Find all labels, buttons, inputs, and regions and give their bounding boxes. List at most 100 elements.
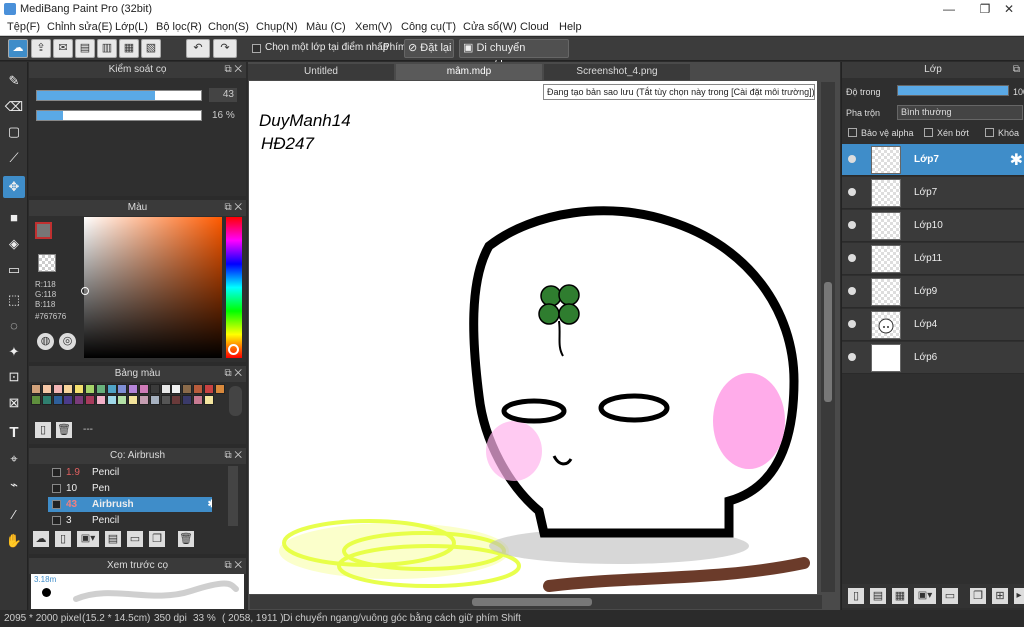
horizontal-scroll-thumb[interactable] [472,598,592,606]
palette-swatch[interactable] [85,395,95,405]
new-layer-icon[interactable]: ▯ [848,588,864,604]
panel-buttons-icon[interactable]: ⧉ [1013,62,1020,78]
visibility-icon[interactable] [848,188,856,196]
minimize-button[interactable]: — [934,1,964,17]
layer-row[interactable]: Lớp7 ✱ [842,144,1024,176]
palette-swatch[interactable] [52,384,63,394]
palette-swatch[interactable] [139,384,149,394]
palette-swatch[interactable] [74,384,85,394]
copy-brush-icon[interactable]: ❐ [149,531,165,547]
palette-swatch[interactable] [117,384,128,394]
trash-icon[interactable]: 🗑 [56,422,72,438]
layer-row[interactable]: Lớp6 [842,342,1024,374]
palette-swatch[interactable] [193,384,203,394]
tab-screenshot[interactable]: Screenshot_4.png [544,64,690,80]
palette-swatch[interactable] [193,395,203,405]
brush-opacity-slider[interactable] [36,110,202,121]
redo-icon[interactable]: ↷ [213,39,237,58]
palette-swatch[interactable] [85,384,95,394]
hand-tool-icon[interactable]: ✋ [3,530,25,552]
new-8bit-layer-icon[interactable]: ▦ [892,588,908,604]
hue-slider[interactable] [226,217,242,358]
brush-size-slider[interactable] [36,90,202,101]
rectangle-tool-icon[interactable]: ▢ [3,121,25,143]
undo-icon[interactable]: ↶ [186,39,210,58]
speech-icon[interactable]: ▤ [75,39,95,58]
palette-swatch[interactable] [63,384,74,394]
select-eraser-tool-icon[interactable]: ⊠ [3,392,25,414]
tab-untitled[interactable]: Untitled [248,64,394,80]
menu-select[interactable]: Chọn(S) [208,21,249,33]
menu-window[interactable]: Cửa sổ(W) [463,21,517,33]
color-picker-cursor[interactable] [81,287,89,295]
layer-folder-icon[interactable]: ▭ [942,588,958,604]
vertical-scrollbar[interactable] [821,82,835,592]
palette-swatch[interactable] [149,384,160,394]
duplicate-layer-icon[interactable]: ❐ [970,588,986,604]
grid-icon[interactable]: ▧ [141,39,161,58]
palette-swatch[interactable] [171,395,182,405]
layer-row[interactable]: Lớp10 [842,210,1024,242]
reset-button[interactable]: ⊘ Đặt lại [404,39,454,58]
visibility-icon[interactable] [848,254,856,262]
palette-swatch[interactable] [214,384,225,394]
hue-cursor[interactable] [228,344,239,355]
gear-icon[interactable]: ✱ [1010,150,1023,170]
protect-alpha-checkbox[interactable] [848,128,857,137]
fill-rect-tool-icon[interactable]: ■ [3,207,25,229]
palette-swatch[interactable] [74,395,85,405]
gradient-tool-icon[interactable]: ▭ [3,259,25,281]
palette-swatch[interactable] [31,384,41,394]
palette-swatch[interactable] [203,384,214,394]
color-settings-icon[interactable]: ◎ [59,333,76,350]
layer-row[interactable]: Lớp9 [842,276,1024,308]
palette-swatch[interactable] [171,384,182,394]
brush-settings-icon[interactable]: ▤ [105,531,121,547]
share-icon[interactable]: ⇪ [31,39,51,58]
transparent-color-swatch[interactable] [38,254,56,272]
saturation-value-picker[interactable] [81,217,222,358]
drawing-canvas[interactable]: DuyManh14 HĐ247 Đang tạo bản sao lưu (Tắ… [249,81,817,594]
horizontal-scrollbar[interactable] [250,595,822,609]
palette-swatch[interactable] [182,395,193,405]
text-tool-icon[interactable]: T [3,422,25,444]
palette-swatch[interactable] [63,395,74,405]
stroke-tool-icon[interactable]: ⟋ [3,147,25,169]
merge-layer-icon[interactable]: ⊞ [992,588,1008,604]
layer-row[interactable]: Lớp11 [842,243,1024,275]
brush-tool-icon[interactable]: ✎ [3,70,25,92]
menu-help[interactable]: Help [559,21,582,33]
palette-swatch[interactable] [160,384,171,394]
eraser-tool-icon[interactable]: ⌫ [3,96,25,118]
menu-snap[interactable]: Chụp(N) [256,21,298,33]
palette-swatch[interactable] [95,384,106,394]
new-halftone-layer-icon[interactable]: ▤ [870,588,886,604]
palette-swatch[interactable] [52,395,63,405]
panel-buttons-icon[interactable]: ⧉ ✕ [224,448,242,464]
brush-item[interactable]: 3 Pencil [48,513,212,528]
visibility-icon[interactable] [848,155,856,163]
panel-buttons-icon[interactable]: ⧉ ✕ [224,558,242,574]
panel-buttons-icon[interactable]: ⧉ ✕ [224,366,242,382]
visibility-icon[interactable] [848,353,856,361]
primary-color-swatch[interactable] [35,222,52,239]
lasso-tool-icon[interactable]: ◌ [3,315,25,337]
palette-swatch[interactable] [41,384,52,394]
palette-swatch[interactable] [106,395,117,405]
bucket-tool-icon[interactable]: ◈ [3,233,25,255]
palette-swatch[interactable] [149,395,160,405]
blend-mode-select[interactable]: Bình thường [897,105,1023,120]
brush-item[interactable]: 10 Pen [48,481,212,496]
menu-tools[interactable]: Công cụ(T) [401,21,456,33]
magic-wand-tool-icon[interactable]: ✦ [3,341,25,363]
palette-swatch[interactable] [128,395,139,405]
new-brush-icon[interactable]: ▯ [55,531,71,547]
menu-layer[interactable]: Lớp(L) [115,21,148,33]
folder-icon[interactable]: ▭ [127,531,143,547]
brush-size-value[interactable]: 43 [209,88,237,102]
palette-scrollbar[interactable] [229,386,242,416]
layer-row[interactable]: Lớp7 [842,177,1024,209]
visibility-icon[interactable] [848,287,856,295]
palette-swatch[interactable] [139,395,149,405]
menu-filter[interactable]: Bộ lọc(R) [156,21,202,33]
